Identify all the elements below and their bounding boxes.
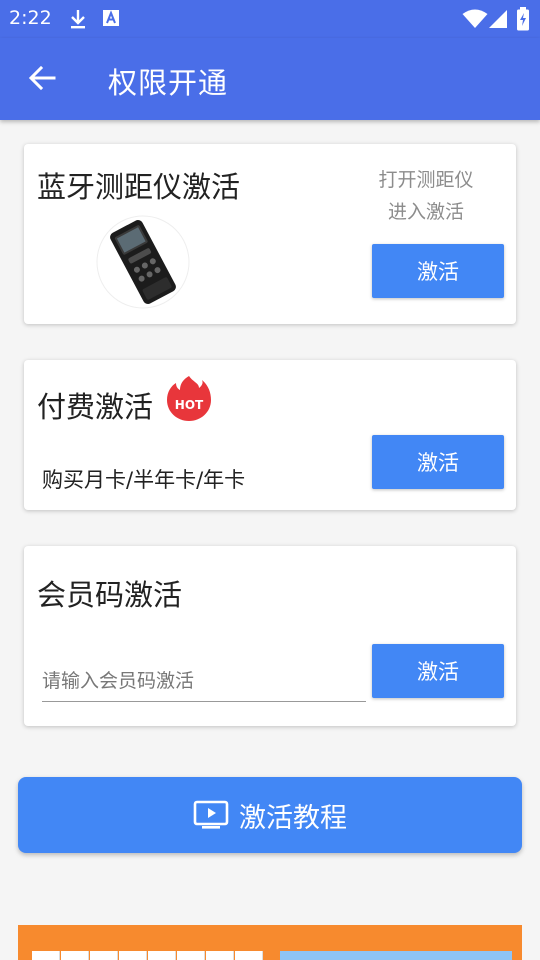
rangefinder-device-image [96,215,190,309]
ad-image-panel [280,951,512,960]
paid-card-subtext: 购买月卡/半年卡/年卡 [42,468,246,492]
status-time: 2:22 [9,7,52,29]
calendar-cell [90,951,118,960]
activation-tutorial-button[interactable]: 激活教程 [18,777,522,853]
paid-card-title: 付费激活 [37,390,154,424]
calendar-cell [119,951,147,960]
member-code-card: 会员码激活 激活 [24,546,516,726]
download-icon [71,10,85,29]
paid-activation-card: 付费激活 HOT 购买月卡/半年卡/年卡 激活 [24,360,516,510]
bluetooth-activation-card: 蓝牙测距仪激活 打开测距仪 进入激活 激活 [24,144,516,324]
member-code-activate-button[interactable]: 激活 [372,644,504,698]
arrow-left-icon[interactable] [26,62,58,94]
calendar-cell [206,951,234,960]
battery-icon [517,7,529,31]
hint-line-1: 打开测距仪 [378,169,474,191]
member-code-card-title: 会员码激活 [37,578,183,612]
hot-badge-icon: HOT [167,376,211,421]
signal-icon [489,10,507,28]
a-badge-icon [103,10,119,26]
calendar-cell [235,951,263,960]
member-code-input[interactable] [42,664,366,702]
play-screen-icon [193,800,229,829]
app-bar: 权限开通 [0,38,540,120]
ad-banner[interactable] [18,925,522,960]
status-bar: 2:22 [0,0,540,38]
calendar-cell [177,951,205,960]
page-title: 权限开通 [108,66,229,100]
tutorial-label: 激活教程 [239,802,347,834]
bluetooth-activate-button[interactable]: 激活 [372,244,504,298]
calendar-cell [61,951,89,960]
wifi-icon [462,9,488,28]
calendar-cell [32,951,60,960]
hint-line-2: 进入激活 [387,201,464,223]
calendar-cell [148,951,176,960]
bluetooth-hint: 打开测距仪 进入激活 [356,164,496,228]
bluetooth-card-title: 蓝牙测距仪激活 [37,170,241,204]
paid-activate-button[interactable]: 激活 [372,435,504,489]
hot-badge-label: HOT [175,398,204,412]
